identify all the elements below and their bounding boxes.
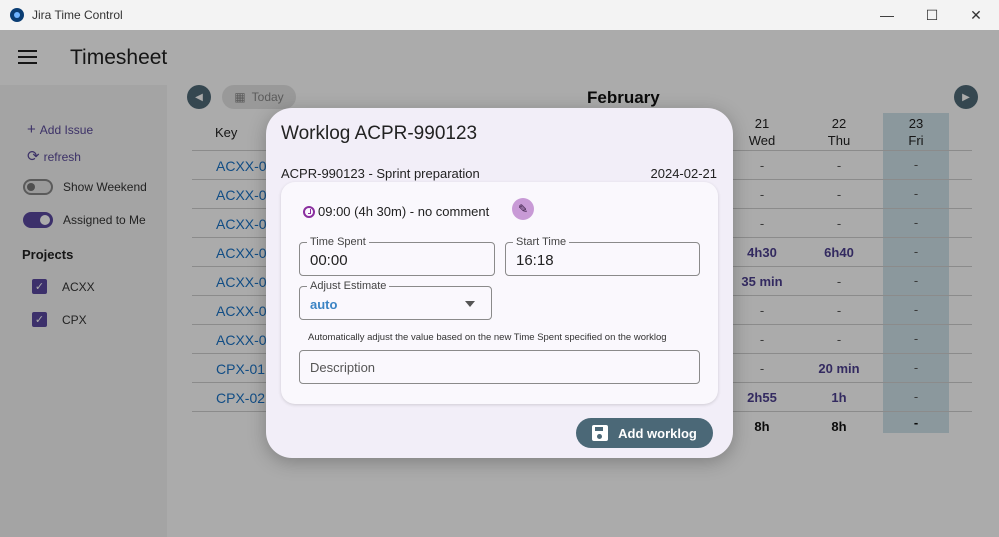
clock-icon	[303, 205, 315, 218]
edit-worklog-button[interactable]: ✎	[512, 198, 534, 220]
chevron-down-icon	[465, 301, 475, 307]
save-icon	[592, 425, 609, 441]
add-worklog-label: Add worklog	[618, 425, 697, 441]
issue-summary: ACPR-990123 - Sprint preparation	[281, 166, 480, 181]
description-field[interactable]: Description	[299, 350, 700, 384]
worklog-card: 09:00 (4h 30m) - no comment ✎ Time Spent…	[281, 182, 718, 404]
window-titlebar: Jira Time Control — ☐ ✕	[0, 0, 999, 30]
adjust-estimate-label: Adjust Estimate	[307, 280, 390, 292]
app-logo-icon	[10, 8, 24, 22]
close-window-button[interactable]: ✕	[953, 0, 999, 30]
existing-worklog: 09:00 (4h 30m) - no comment	[303, 204, 489, 219]
add-worklog-button[interactable]: Add worklog	[576, 418, 713, 448]
description-placeholder: Description	[310, 360, 376, 375]
adjust-estimate-value: auto	[310, 297, 338, 312]
worklog-date: 2024-02-21	[650, 166, 718, 181]
time-spent-field[interactable]: Time Spent 00:00	[299, 236, 495, 276]
start-time-value: 16:18	[516, 252, 554, 269]
pencil-icon: ✎	[517, 202, 529, 216]
adjust-estimate-helper: Automatically adjust the value based on …	[308, 332, 667, 343]
time-spent-value: 00:00	[310, 252, 348, 269]
worklog-summary: 09:00 (4h 30m) - no comment	[318, 204, 490, 219]
worklog-dialog: Worklog ACPR-990123 ACPR-990123 - Sprint…	[266, 108, 733, 458]
maximize-button[interactable]: ☐	[909, 0, 955, 30]
window-title: Jira Time Control	[32, 8, 123, 22]
time-spent-label: Time Spent	[307, 236, 369, 248]
start-time-field[interactable]: Start Time 16:18	[505, 236, 700, 276]
minimize-button[interactable]: —	[864, 0, 910, 30]
dialog-title: Worklog ACPR-990123	[281, 123, 478, 144]
start-time-label: Start Time	[513, 236, 570, 248]
adjust-estimate-select[interactable]: Adjust Estimate auto	[299, 280, 492, 320]
